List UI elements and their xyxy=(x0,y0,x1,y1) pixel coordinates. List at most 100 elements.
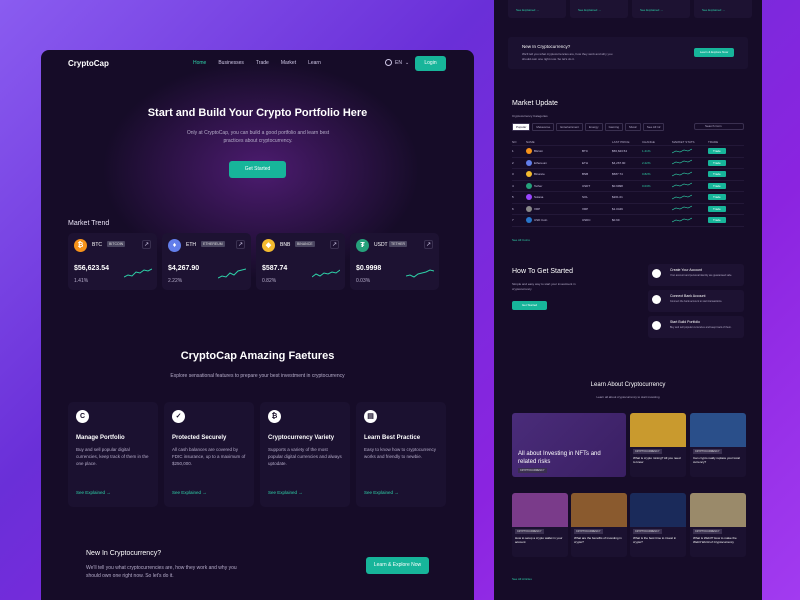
learn-explore-button[interactable]: Learn & Explore Now xyxy=(694,48,734,57)
see-explained-link[interactable]: See Explained → xyxy=(172,490,207,495)
article-image xyxy=(630,493,686,527)
trend-card-btc[interactable]: ₿ BTC BITCOIN ↗ $56,623.54 1.41% xyxy=(68,233,157,290)
trade-button[interactable]: Trade xyxy=(708,217,726,224)
article-card[interactable]: CRYPTOCURRENCY What is the best time to … xyxy=(630,493,686,557)
article-card[interactable]: CRYPTOCURRENCY What are the benefits of … xyxy=(571,493,627,557)
language-selector[interactable]: EN ⌄ xyxy=(385,59,409,66)
shield-check-icon: ✓ xyxy=(172,410,185,423)
coin-name-cell: Binance xyxy=(526,171,582,178)
tab-see-all[interactable]: See All 12 xyxy=(642,123,665,131)
tab-entertainment[interactable]: Entertainment xyxy=(556,123,584,131)
market-trend-label: Market Trend xyxy=(68,220,110,227)
category-tabs: Popular Metaverse Entertainment Energy G… xyxy=(512,123,665,131)
coin-name: XRP xyxy=(534,206,541,211)
tab-popular[interactable]: Popular xyxy=(512,123,531,131)
coin-badge: TETHER xyxy=(389,241,407,247)
trade-cell: Trade xyxy=(708,217,744,224)
table-row: 3 Binance BNB $587.74 0.82% Trade xyxy=(512,169,744,181)
see-explained-link[interactable]: See Explained → xyxy=(268,490,303,495)
header-trade: TRADE xyxy=(708,139,719,144)
trade-button[interactable]: Trade xyxy=(708,171,726,178)
arrow-up-right-icon[interactable]: ↗ xyxy=(424,240,433,249)
nav-businesses[interactable]: Businesses xyxy=(218,60,244,66)
see-explained-link[interactable]: See Explained → xyxy=(364,490,399,495)
nav-market[interactable]: Market xyxy=(281,60,296,66)
article-title: What are the benefits of investing in cr… xyxy=(574,536,622,544)
arrow-up-right-icon[interactable]: ↗ xyxy=(236,240,245,249)
trade-button[interactable]: Trade xyxy=(708,194,726,201)
see-explained-link[interactable]: See Explained → xyxy=(76,490,111,495)
featured-article[interactable]: All about Investing in NFTs and related … xyxy=(512,413,626,477)
see-explained-link[interactable]: See Explained → xyxy=(578,8,601,12)
document-icon: ▤ xyxy=(364,410,377,423)
article-tag: CRYPTOCURRENCY xyxy=(518,468,547,473)
see-all-articles-link[interactable]: See All Articles xyxy=(512,577,532,581)
sparkline xyxy=(218,268,246,279)
binance-icon: ◆ xyxy=(262,239,275,252)
trend-card-bnb[interactable]: ◆ BNB BINANCE ↗ $587.74 0.82% xyxy=(256,233,345,290)
c-icon: C xyxy=(76,410,89,423)
article-tag: CRYPTOCURRENCY xyxy=(693,449,722,454)
get-started-button[interactable]: Get Started xyxy=(229,161,286,178)
article-card[interactable]: CRYPTOCURRENCY How to setup a crypto wal… xyxy=(512,493,568,557)
step-desc: Connect the bank account to start transa… xyxy=(670,300,723,303)
article-tag: CRYPTOCURRENCY xyxy=(633,449,662,454)
market-table: NO NAME LAST PRICE CHANGE MARKET STATS T… xyxy=(512,138,744,227)
tab-music[interactable]: Music xyxy=(625,123,641,131)
features-subtitle: Explore sensational features to prepare … xyxy=(170,373,345,379)
see-explained-link[interactable]: See Explained → xyxy=(640,8,663,12)
article-card[interactable]: CRYPTOCURRENCY Can crypto really replace… xyxy=(690,413,746,477)
feature-card-protected-securely: ✓ Protected Securely All cash balances a… xyxy=(164,402,254,507)
coin-icon xyxy=(526,148,532,155)
tab-metaverse[interactable]: Metaverse xyxy=(532,123,555,131)
article-tag: CRYPTOCURRENCY xyxy=(693,529,722,534)
tab-gaming[interactable]: Gaming xyxy=(604,123,624,131)
last-price: $201.01 xyxy=(612,195,623,200)
nav-learn[interactable]: Learn xyxy=(308,60,321,66)
get-started-button[interactable]: Get Started xyxy=(512,301,547,310)
trade-button[interactable]: Trade xyxy=(708,205,726,212)
last-price: $56,623.54 xyxy=(612,149,628,154)
learn-explore-button[interactable]: Learn & Explore Now xyxy=(366,557,429,574)
new-in-crypto-title: New In Cryptocurrency? xyxy=(522,44,571,49)
coin-symbol: XRP xyxy=(582,206,589,211)
coin-name: Bitcoin xyxy=(534,149,544,154)
step-desc: Buy and sell popular currencies and keep… xyxy=(670,326,732,329)
arrow-up-right-icon[interactable]: ↗ xyxy=(330,240,339,249)
portfolio-icon xyxy=(652,321,661,330)
header-last-price: LAST PRICE xyxy=(612,139,630,144)
trade-button[interactable]: Trade xyxy=(708,148,726,155)
search-coin-input[interactable]: Search Coin xyxy=(694,123,744,130)
trend-card-eth[interactable]: ♦ ETH ETHEREUM ↗ $4,267.90 2.22% xyxy=(162,233,251,290)
coin-name-cell: USD Coin xyxy=(526,217,582,224)
coin-badge: BINANCE xyxy=(295,241,315,247)
categories-label: Cryptocurrency Categories xyxy=(512,114,548,118)
row-number: 6 xyxy=(512,206,514,211)
table-row: 6 XRP XRP $1.0449 Trade xyxy=(512,204,744,215)
trend-card-usdt[interactable]: ₮ USDT TETHER ↗ $0.9998 0.03% xyxy=(350,233,439,290)
trade-button[interactable]: Trade xyxy=(708,159,726,166)
tab-energy[interactable]: Energy xyxy=(585,123,603,131)
market-stats-sparkline xyxy=(671,159,708,166)
logo[interactable]: CryptoCap xyxy=(68,59,109,68)
see-explained-link[interactable]: See Explained → xyxy=(702,8,725,12)
arrow-up-right-icon[interactable]: ↗ xyxy=(142,240,151,249)
trade-button[interactable]: Trade xyxy=(708,182,726,189)
nav-trade[interactable]: Trade xyxy=(256,60,269,66)
feature-card-manage-portfolio: C Manage Portfolio Buy and sell popular … xyxy=(68,402,158,507)
coin-name-cell: XRP xyxy=(526,205,582,212)
coin-name-cell: Bitcoin xyxy=(526,148,582,155)
article-card[interactable]: CRYPTOCURRENCY What is Web3? How to make… xyxy=(690,493,746,557)
login-button[interactable]: Login xyxy=(415,56,446,71)
nav-home[interactable]: Home xyxy=(193,60,206,66)
article-tag: CRYPTOCURRENCY xyxy=(633,529,662,534)
article-card[interactable]: CRYPTOCURRENCY What is crypto mining? Al… xyxy=(630,413,686,477)
see-all-coins-link[interactable]: See All Coins xyxy=(512,238,530,242)
coin-symbol: BNB xyxy=(582,172,589,177)
how-to-title: How To Get Started xyxy=(512,268,573,275)
step-create-account: Create Your Account Your account and per… xyxy=(648,264,744,286)
last-price: $4,267.90 xyxy=(612,160,626,165)
market-stats-sparkline xyxy=(671,205,708,212)
tether-icon: ₮ xyxy=(356,239,369,252)
see-explained-link[interactable]: See Explained → xyxy=(516,8,539,12)
